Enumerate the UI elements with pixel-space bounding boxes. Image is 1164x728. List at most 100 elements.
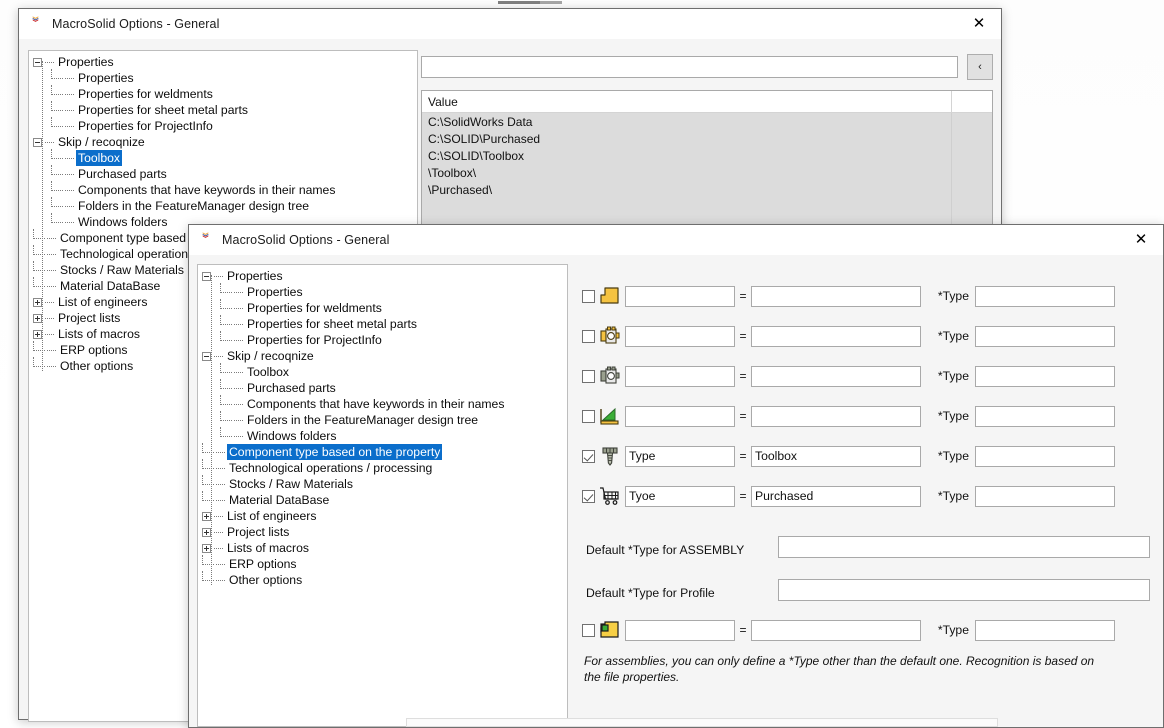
rule-type-input[interactable]: [975, 485, 1115, 507]
tree-stub-line: [47, 237, 56, 239]
rule-property-input[interactable]: Type: [625, 445, 735, 467]
tree-item-material-database[interactable]: Material DataBase: [198, 491, 567, 508]
tree-item-properties-for-sheet-metal-parts[interactable]: Properties for sheet metal parts: [198, 315, 567, 332]
rule-value-input[interactable]: [751, 405, 921, 427]
tree-item-label: Component type based on the property: [227, 444, 443, 460]
tree-item-label: Windows folders: [247, 429, 337, 443]
rule-type-input[interactable]: [975, 285, 1115, 307]
rule-type-input[interactable]: [975, 365, 1115, 387]
default-profile-input[interactable]: [778, 579, 1150, 601]
tree-item-purchased-parts[interactable]: Purchased parts: [198, 379, 567, 396]
tree-item-label: Properties for sheet metal parts: [247, 317, 418, 331]
rule-value-input[interactable]: Toolbox: [751, 445, 921, 467]
tree-item-properties[interactable]: Properties: [29, 54, 417, 70]
tree-item-skip-recoqnize[interactable]: Skip / recoqnize: [29, 134, 417, 150]
tree-item-label: Toolbox: [247, 365, 290, 379]
rule-value-input[interactable]: Purchased: [751, 485, 921, 507]
tree-item-technological-operations-processing[interactable]: Technological operations / processing: [198, 459, 567, 476]
tree-item-properties-for-projectinfo[interactable]: Properties for ProjectInfo: [198, 331, 567, 348]
background-value-input[interactable]: [421, 56, 958, 78]
type-label: *Type: [937, 449, 969, 463]
tree-item-components-that-have-keywords-in-their-names[interactable]: Components that have keywords in their n…: [198, 395, 567, 412]
rule-type-input[interactable]: [975, 405, 1115, 427]
collapse-back-button[interactable]: ‹: [967, 54, 993, 80]
grid-row[interactable]: [422, 198, 992, 215]
tree-item-folders-in-the-featuremanager-design-tree[interactable]: Folders in the FeatureManager design tre…: [29, 197, 417, 214]
rule-property-input[interactable]: Tyoe: [625, 485, 735, 507]
rule-type-input[interactable]: [975, 325, 1115, 347]
rule-value-input[interactable]: [751, 325, 921, 347]
rule-property-input[interactable]: [625, 365, 735, 387]
grid-cell-value: C:\SolidWorks Data: [422, 113, 952, 130]
tree-item-components-that-have-keywords-in-their-names[interactable]: Components that have keywords in their n…: [29, 181, 417, 198]
property-rule-row: = *Type: [582, 285, 1115, 307]
tree-item-properties-for-projectinfo[interactable]: Properties for ProjectInfo: [29, 117, 417, 134]
default-assembly-input[interactable]: [778, 536, 1150, 558]
grid-row[interactable]: C:\SOLID\Toolbox: [422, 147, 992, 164]
rule-property-input[interactable]: [625, 285, 735, 307]
tree-item-windows-folders[interactable]: Windows folders: [198, 427, 567, 444]
tree-item-component-type-based-on-the-property[interactable]: Component type based on the property: [198, 443, 567, 460]
expand-icon[interactable]: [202, 511, 211, 521]
assembly-override-property-input[interactable]: [625, 619, 735, 641]
grid-cell-value: C:\SOLID\Purchased: [422, 130, 952, 147]
tree-stub-line: [216, 483, 225, 485]
rule-enabled-checkbox[interactable]: [582, 329, 595, 343]
tree-item-properties-for-weldments[interactable]: Properties for weldments: [198, 299, 567, 316]
tree-item-properties[interactable]: Properties: [198, 283, 567, 300]
collapse-icon[interactable]: [202, 271, 211, 281]
assembly-override-type-input[interactable]: [975, 619, 1115, 641]
close-icon[interactable]: ✕: [1119, 225, 1163, 254]
expand-icon[interactable]: [202, 527, 211, 537]
tree-item-list-of-engineers[interactable]: List of engineers: [198, 508, 567, 524]
tree-item-properties[interactable]: Properties: [29, 69, 417, 86]
expand-icon[interactable]: [202, 543, 211, 553]
tree-item-label: Windows folders: [78, 215, 168, 229]
rule-value-input[interactable]: [751, 365, 921, 387]
tree-stub-line: [65, 221, 74, 223]
foreground-settings-tree[interactable]: Properties Properties Properties for weldm…: [197, 264, 568, 727]
rule-enabled-checkbox[interactable]: [582, 409, 595, 423]
close-icon[interactable]: ✕: [957, 9, 1001, 38]
tree-item-erp-options[interactable]: ERP options: [198, 555, 567, 572]
expand-icon[interactable]: [33, 297, 42, 307]
tree-item-toolbox[interactable]: Toolbox: [29, 149, 417, 166]
tree-item-lists-of-macros[interactable]: Lists of macros: [198, 540, 567, 556]
collapse-icon[interactable]: [33, 137, 42, 147]
assembly-override-checkbox[interactable]: [582, 623, 595, 637]
grid-row[interactable]: \Toolbox\: [422, 164, 992, 181]
tree-item-label: Properties for weldments: [247, 301, 382, 315]
foreground-options-window[interactable]: MacroSolid Options - General ✕ Propertie…: [188, 224, 1164, 728]
tree-item-other-options[interactable]: Other options: [198, 571, 567, 588]
expand-icon[interactable]: [33, 313, 42, 323]
assembly-override-value-input[interactable]: [751, 619, 921, 641]
rule-property-input[interactable]: [625, 325, 735, 347]
collapse-icon[interactable]: [33, 57, 42, 67]
tree-item-stocks-raw-materials[interactable]: Stocks / Raw Materials: [198, 475, 567, 492]
rule-enabled-checkbox[interactable]: [582, 489, 595, 503]
tree-item-properties[interactable]: Properties: [198, 268, 567, 284]
tree-item-skip-recoqnize[interactable]: Skip / recoqnize: [198, 348, 567, 364]
rule-type-input[interactable]: [975, 445, 1115, 467]
grid-column-header-value[interactable]: Value: [422, 91, 952, 112]
tree-item-purchased-parts[interactable]: Purchased parts: [29, 165, 417, 182]
tree-item-properties-for-sheet-metal-parts[interactable]: Properties for sheet metal parts: [29, 101, 417, 118]
grid-row[interactable]: C:\SolidWorks Data: [422, 113, 992, 130]
equals-label: =: [739, 449, 747, 463]
tree-stub-line: [234, 403, 243, 405]
rule-property-input[interactable]: [625, 405, 735, 427]
grid-row[interactable]: \Purchased\: [422, 181, 992, 198]
rule-enabled-checkbox[interactable]: [582, 289, 595, 303]
tree-item-properties-for-weldments[interactable]: Properties for weldments: [29, 85, 417, 102]
grid-row[interactable]: C:\SOLID\Purchased: [422, 130, 992, 147]
rule-value-input[interactable]: [751, 285, 921, 307]
tree-item-toolbox[interactable]: Toolbox: [198, 363, 567, 380]
collapse-icon[interactable]: [202, 351, 211, 361]
tree-stub-line: [234, 419, 243, 421]
tree-item-project-lists[interactable]: Project lists: [198, 524, 567, 540]
expand-icon[interactable]: [33, 329, 42, 339]
rule-enabled-checkbox[interactable]: [582, 449, 595, 463]
rule-enabled-checkbox[interactable]: [582, 369, 595, 383]
tree-stub-line: [45, 61, 54, 63]
tree-item-folders-in-the-featuremanager-design-tree[interactable]: Folders in the FeatureManager design tre…: [198, 411, 567, 428]
